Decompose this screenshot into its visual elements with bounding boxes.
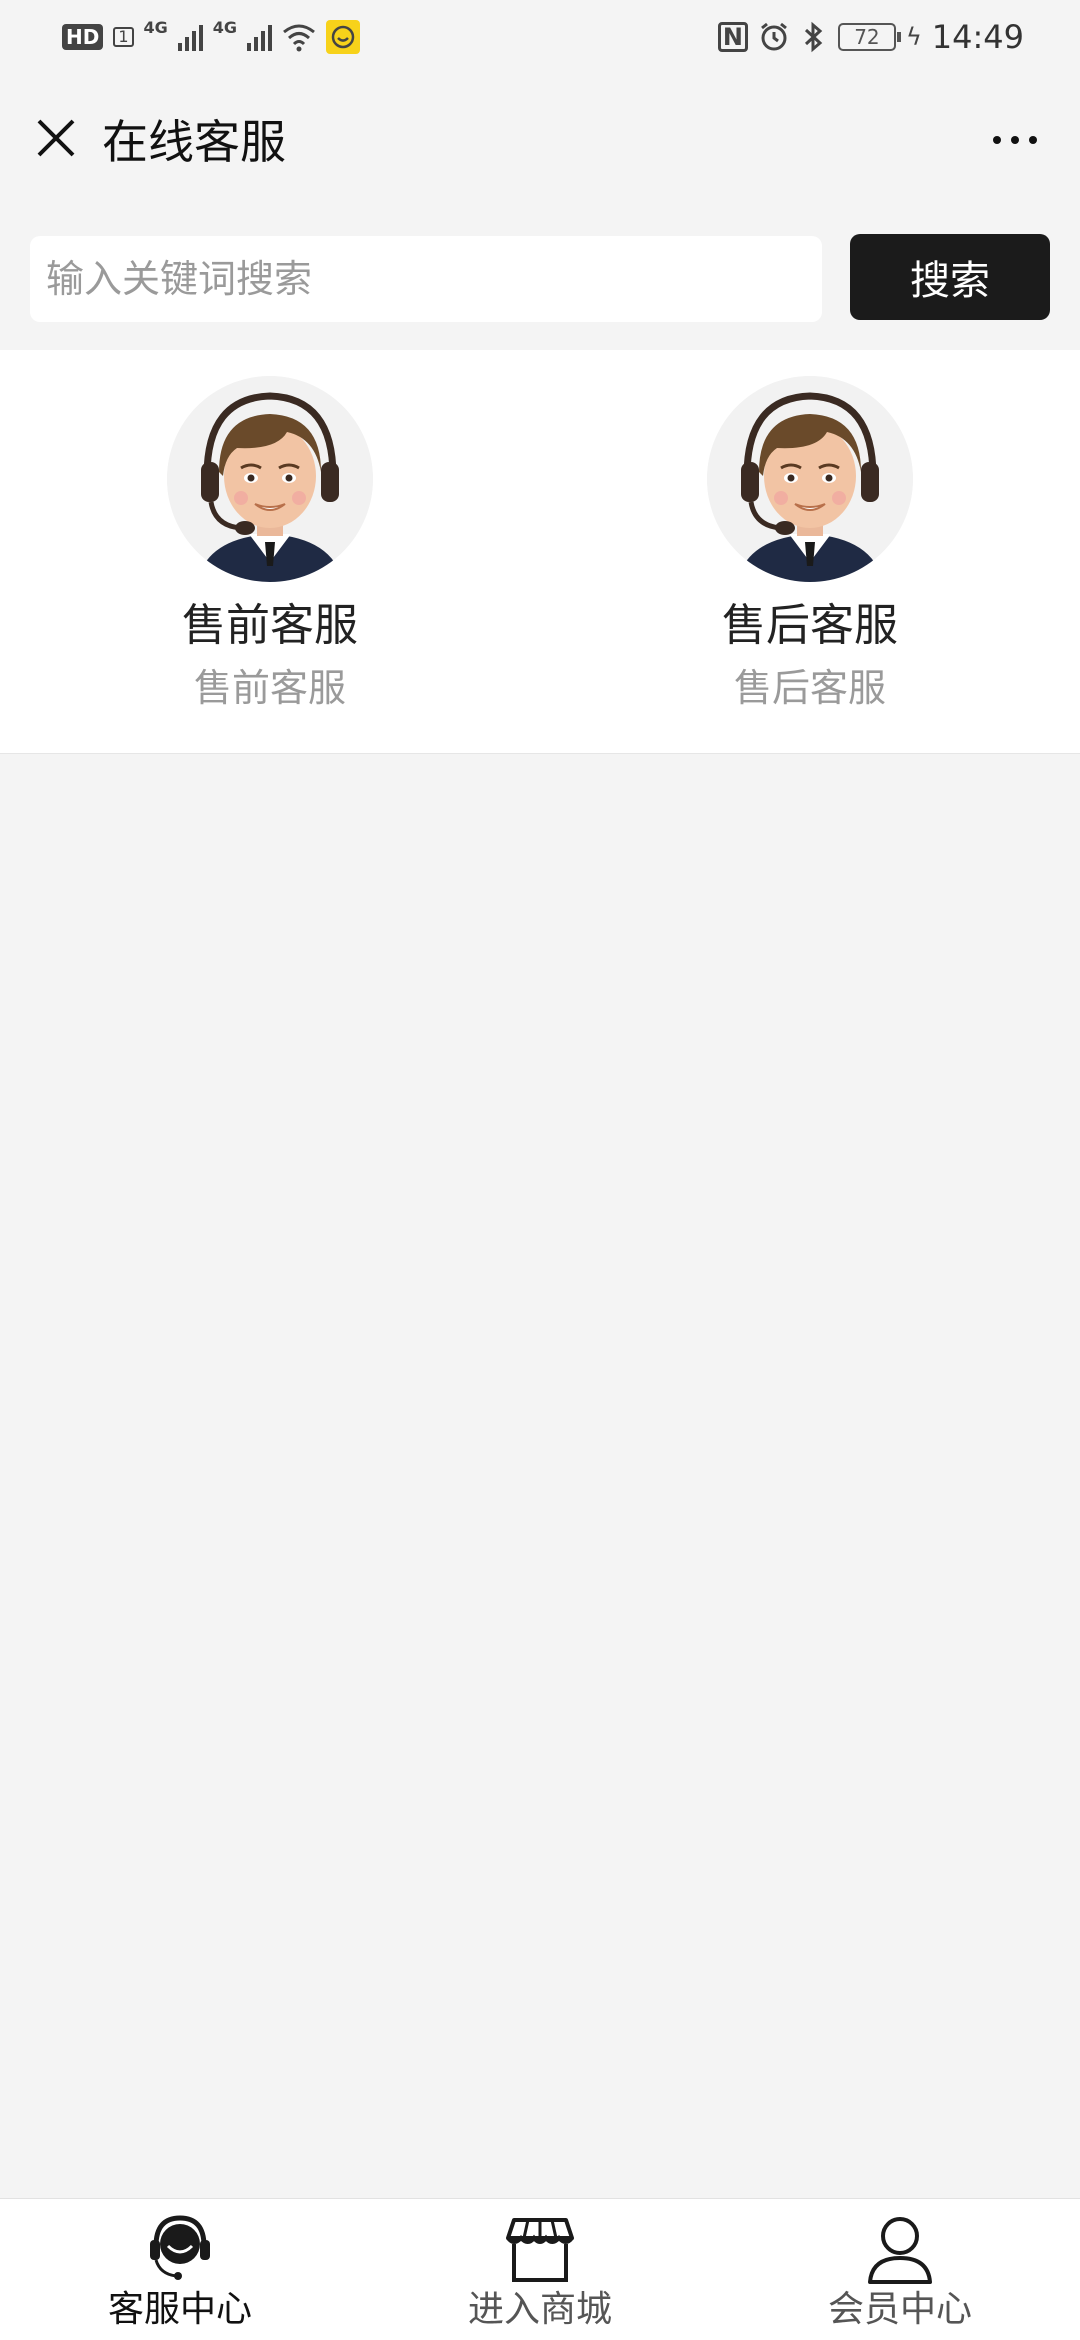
tab-member-center[interactable]: 会员中心 xyxy=(720,2199,1080,2340)
more-dots-icon xyxy=(1029,136,1037,144)
agent-card-presales[interactable]: 售前客服 售前客服 xyxy=(120,376,420,736)
agent-avatar xyxy=(707,376,913,582)
charging-icon: ϟ xyxy=(905,23,922,51)
network-type-2: 4G xyxy=(212,17,238,37)
network-type-1: 4G xyxy=(143,17,168,37)
status-bar: HD 1 4G 4G N 72 ϟ 14:49 xyxy=(0,0,1080,74)
search-button[interactable]: 搜索 xyxy=(850,234,1050,320)
user-icon xyxy=(868,2217,932,2284)
customer-service-avatar-icon xyxy=(707,376,913,582)
agent-card-aftersales[interactable]: 售后客服 售后客服 xyxy=(660,376,960,736)
tab-service-center[interactable]: 客服中心 xyxy=(0,2199,360,2340)
tab-label: 进入商城 xyxy=(467,2289,612,2330)
hd-badge: HD xyxy=(62,24,104,50)
agent-description: 售前客服 xyxy=(193,666,346,710)
nfc-icon: N xyxy=(717,22,748,52)
bottom-tab-bar: 客服中心 进入商城 会员中心 xyxy=(0,2198,1080,2340)
bluetooth-icon xyxy=(804,21,823,53)
close-button[interactable] xyxy=(28,110,84,166)
more-dots-icon xyxy=(993,136,1001,144)
close-icon xyxy=(37,119,75,157)
title-bar: 在线客服 xyxy=(0,74,1080,208)
alarm-icon xyxy=(761,22,787,51)
wifi-icon xyxy=(283,24,315,52)
tab-enter-mall[interactable]: 进入商城 xyxy=(360,2199,720,2340)
status-left: HD 1 4G 4G xyxy=(62,17,361,54)
battery-indicator: 72 xyxy=(837,23,901,51)
agent-name: 售前客服 xyxy=(182,600,358,651)
tab-label: 客服中心 xyxy=(107,2289,252,2330)
search-row: 搜索 xyxy=(0,208,1080,350)
signal-icon xyxy=(177,23,203,51)
customer-service-avatar-icon xyxy=(167,376,373,582)
sim-badge: 1 xyxy=(113,27,134,47)
status-time: 14:49 xyxy=(931,18,1024,56)
headset-agent-icon xyxy=(150,2215,210,2280)
tab-label: 会员中心 xyxy=(827,2289,972,2330)
agent-description: 售后客服 xyxy=(733,666,886,710)
search-input[interactable] xyxy=(30,236,822,322)
agent-name: 售后客服 xyxy=(722,600,898,651)
status-right: N 72 ϟ 14:49 xyxy=(717,18,1024,56)
page-title: 在线客服 xyxy=(102,115,286,169)
agent-avatar xyxy=(167,376,373,582)
app-notification-icon xyxy=(326,20,361,54)
more-options-button[interactable] xyxy=(980,110,1050,170)
more-dots-icon xyxy=(1011,136,1019,144)
store-icon xyxy=(506,2218,574,2282)
signal-icon xyxy=(247,23,273,51)
agents-panel: 售前客服 售前客服 售后客服 售后客服 xyxy=(0,350,1080,754)
